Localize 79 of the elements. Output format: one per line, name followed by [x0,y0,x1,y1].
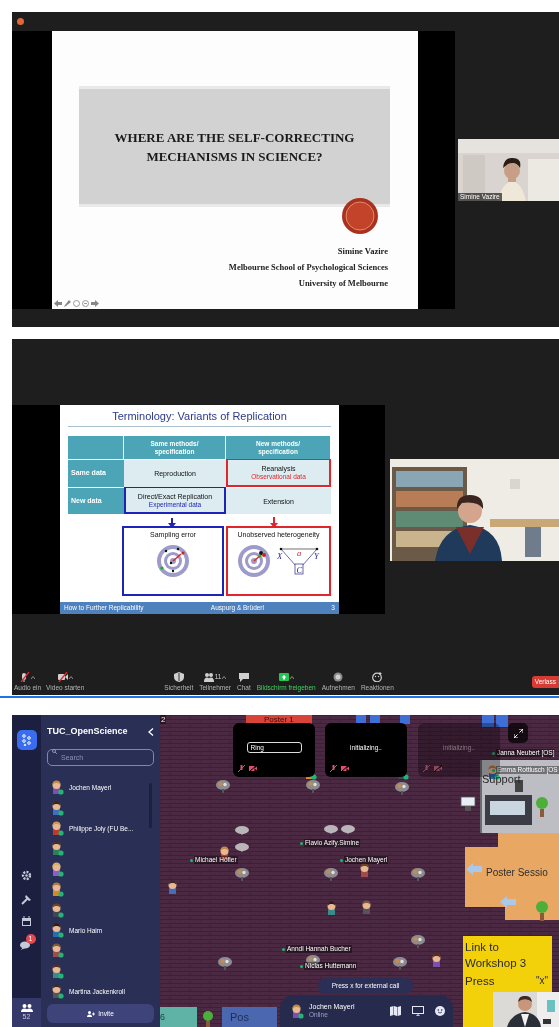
whiteboard-icon [460,796,476,811]
mic-off-icon[interactable] [423,765,430,772]
plant-icon [536,797,548,817]
slide-title: WHERE ARE THE SELF-CORRECTING MECHANISMS IN SCIENCE? [113,128,356,166]
shield-icon [173,672,184,682]
sign-text: Workshop 3 [465,956,528,971]
diagram-label: Y [313,551,319,561]
camera-off-icon[interactable] [249,765,257,772]
microphone-icon [20,672,31,682]
speech-bubble-icon [324,825,338,834]
expand-button[interactable] [508,723,528,743]
table-icon [393,957,407,970]
sign-text: "x" [535,974,548,988]
add-person-icon [87,1010,96,1017]
calendar-icon[interactable] [21,916,32,927]
sign-text: Press [465,974,495,988]
seal-icon [341,197,379,235]
author-line: University of Melbourne [298,277,388,290]
slide-title: Terminology: Variants of Replication [68,405,331,427]
mic-off-icon[interactable] [238,765,245,772]
record-icon [333,672,344,682]
target-icon [236,544,271,578]
hammer-icon[interactable] [21,894,32,905]
app-icon [17,18,24,25]
table-icon [411,868,425,881]
plant-icon [536,901,548,921]
camera-off-icon[interactable] [434,765,442,772]
table-icon [395,782,409,795]
table-icon [306,780,320,793]
table-icon [411,935,425,948]
table-icon [218,957,232,970]
next-icon[interactable] [91,300,99,307]
diagram-label: X [276,551,282,561]
diagram-label: C [296,564,302,575]
space-title: TUC_OpenScience [47,725,128,738]
caret-icon[interactable] [68,675,73,679]
caret-icon[interactable] [31,675,36,679]
more-icon[interactable] [82,300,89,307]
arrow-icon [466,863,482,875]
collapse-icon[interactable] [148,727,154,736]
smiley-icon[interactable] [435,1006,445,1016]
area-sign: Pos [222,1007,277,1027]
chat-icon[interactable] [19,941,32,951]
share-screen-icon [278,672,289,682]
logo-icon[interactable] [16,730,37,750]
diagram-label: a [296,548,301,558]
speech-bubble-icon [235,826,249,835]
author-line: Melbourne School of Psychological Sciences [228,261,388,274]
target-icon [156,544,190,578]
mic-off-icon[interactable] [330,765,337,772]
table-icon [235,868,249,881]
chat-icon [238,672,249,682]
table-icon [216,780,230,793]
smiley-icon [372,672,383,682]
camera-off-icon[interactable] [341,765,349,772]
caret-icon[interactable] [289,675,294,679]
previous-icon[interactable] [54,300,62,307]
expand-icon [513,728,523,738]
screen-share-icon[interactable] [412,1006,424,1016]
people-icon [20,1004,33,1012]
header-cell [68,436,124,459]
author-line: Simine Vazire [337,245,388,258]
area-label: Poster Sessio [486,867,548,878]
settings-icon[interactable] [21,870,32,881]
table-icon [324,868,338,881]
search-icon [52,748,57,754]
map-icon[interactable] [390,1006,401,1016]
speech-bubble-icon [341,825,355,834]
camera-icon [57,672,68,682]
avatar-icon [290,1003,304,1019]
plant-icon [203,1011,213,1027]
caret-icon[interactable] [222,675,227,679]
arrow-icon [500,896,516,908]
speech-bubble-icon [235,843,249,852]
pen-icon[interactable] [64,300,71,307]
map-label: 2 [160,715,167,724]
sign-text: Link to [465,940,500,955]
area-sign: 6 [160,1007,197,1027]
people-icon [203,672,214,682]
